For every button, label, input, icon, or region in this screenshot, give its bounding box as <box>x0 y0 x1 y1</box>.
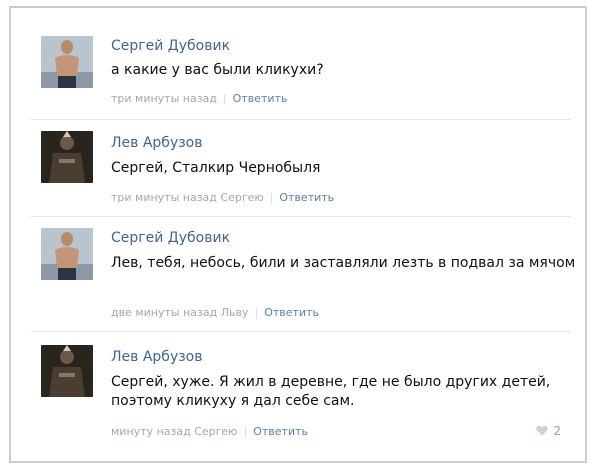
meta-separator: | <box>254 306 259 319</box>
avatar[interactable] <box>41 131 93 183</box>
comment-text: Сергей, хуже. Я жил в деревне, где не бы… <box>111 374 551 409</box>
stalker-game-character-icon <box>41 131 93 183</box>
comment-time[interactable]: минуту назад <box>111 425 191 438</box>
heart-icon <box>536 425 548 436</box>
shirtless-man-photo-icon <box>41 36 93 88</box>
comment-time[interactable]: три минуты назад <box>111 191 217 204</box>
comment-meta: две минуты назад Льву | Ответить <box>111 306 319 319</box>
comment-divider <box>31 331 571 332</box>
stalker-game-character-icon <box>41 345 93 397</box>
like-button[interactable]: 2 <box>536 424 561 438</box>
comment-text: Лев, тебя, небось, били и заставляли лез… <box>111 255 576 271</box>
comment-meta: три минуты назад | Ответить <box>111 92 287 105</box>
comment-author[interactable]: Сергей Дубовик <box>111 230 230 246</box>
avatar[interactable] <box>41 345 93 397</box>
reply-button[interactable]: Ответить <box>279 191 334 204</box>
meta-separator: | <box>269 191 274 204</box>
reply-button[interactable]: Ответить <box>264 306 319 319</box>
reply-button[interactable]: Ответить <box>253 425 308 438</box>
comments-panel: Сергей Дубовик а какие у вас были кликух… <box>9 6 587 463</box>
comment-item: Сергей Дубовик Лев, тебя, небось, били и… <box>31 218 575 328</box>
avatar[interactable] <box>41 228 93 280</box>
comment-author[interactable]: Лев Арбузов <box>111 349 203 365</box>
like-count: 2 <box>553 424 561 438</box>
comment-time[interactable]: три минуты назад <box>111 92 217 105</box>
comment-divider <box>31 216 571 217</box>
avatar[interactable] <box>41 36 93 88</box>
comment-author[interactable]: Сергей Дубовик <box>111 38 230 54</box>
comment-time[interactable]: две минуты назад <box>111 306 217 319</box>
meta-separator: | <box>243 425 248 438</box>
comment-item: Сергей Дубовик а какие у вас были кликух… <box>31 28 571 108</box>
comment-text: Сергей, Сталкир Чернобыля <box>111 160 321 176</box>
comment-text: а какие у вас были кликухи? <box>111 62 324 78</box>
comment-author[interactable]: Лев Арбузов <box>111 135 203 151</box>
comment-item: Лев Арбузов Сергей, Сталкир Чернобыля тр… <box>31 121 571 211</box>
comment-meta: минуту назад Сергею | Ответить <box>111 425 308 438</box>
comment-meta: три минуты назад Сергею | Ответить <box>111 191 334 204</box>
comment-item: Лев Арбузов Сергей, хуже. Я жил в деревн… <box>31 333 571 443</box>
reply-button[interactable]: Ответить <box>233 92 288 105</box>
meta-separator: | <box>222 92 227 105</box>
reply-to-name[interactable]: Сергею <box>194 425 237 438</box>
comment-divider <box>31 119 571 120</box>
shirtless-man-photo-icon <box>41 228 93 280</box>
reply-to-name[interactable]: Льву <box>221 306 249 319</box>
reply-to-name[interactable]: Сергею <box>220 191 263 204</box>
